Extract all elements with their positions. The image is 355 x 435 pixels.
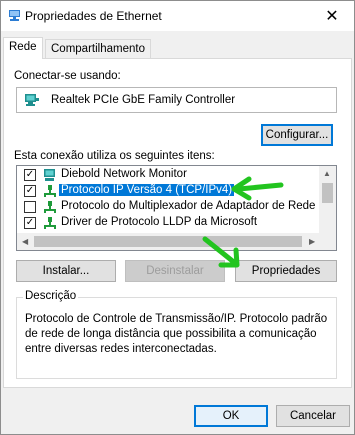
protocol-icon — [44, 217, 56, 229]
scroll-left-icon[interactable]: ◀ — [22, 237, 28, 246]
ok-button[interactable]: OK — [194, 405, 268, 427]
scroll-up-icon[interactable]: ▲ — [323, 169, 331, 178]
window-title: Propriedades de Ethernet — [25, 9, 162, 23]
uninstall-button-label: Desinstalar — [146, 265, 204, 277]
close-button[interactable]: ✕ — [310, 1, 354, 31]
list-item[interactable]: ✓ Driver de Protocolo LLDP da Microsoft — [17, 215, 319, 231]
item-checkbox[interactable]: ✓ — [24, 169, 36, 181]
item-label: Driver de Protocolo LLDP da Microsoft — [61, 216, 258, 228]
cancel-button-label: Cancelar — [289, 410, 337, 422]
item-checkbox[interactable] — [24, 201, 36, 213]
install-button[interactable]: Instalar... — [16, 260, 116, 282]
item-checkbox[interactable]: ✓ — [24, 185, 36, 197]
scroll-right-icon[interactable]: ▶ — [309, 237, 315, 246]
network-icon — [9, 10, 20, 21]
properties-button[interactable]: Propriedades — [235, 260, 337, 282]
item-label: Protocolo IP Versão 4 (TCP/IPv4) — [59, 184, 235, 196]
tab-rede[interactable]: Rede — [3, 37, 43, 59]
connect-using-label: Conectar-se usando: — [14, 70, 121, 82]
tab-panel-rede: Conectar-se usando: Realtek PCIe GbE Fam… — [3, 58, 352, 388]
item-label: Protocolo do Multiplexador de Adaptador … — [61, 200, 337, 212]
horizontal-scrollbar[interactable]: ◀ ▶ — [17, 233, 336, 250]
ethernet-properties-dialog: Propriedades de Ethernet ✕ Rede Comparti… — [0, 0, 355, 435]
properties-button-label: Propriedades — [251, 265, 321, 277]
annotation-arrow-icon — [202, 236, 240, 268]
install-button-label: Instalar... — [42, 265, 90, 277]
vertical-scroll-thumb[interactable] — [322, 183, 333, 203]
tab-label: Compartilhamento — [51, 43, 145, 55]
tab-label: Rede — [9, 41, 37, 53]
close-icon: ✕ — [325, 8, 339, 25]
item-checkbox[interactable]: ✓ — [24, 217, 36, 229]
item-label: Diebold Network Monitor — [61, 168, 187, 180]
network-adapter-icon — [25, 94, 39, 106]
network-service-icon — [44, 169, 55, 181]
configure-button-label: Configurar... — [265, 129, 329, 141]
description-legend: Descrição — [23, 290, 79, 302]
description-text: Protocolo de Controle de Transmissão/IP.… — [25, 313, 328, 355]
configure-button[interactable]: Configurar... — [261, 124, 333, 146]
horizontal-scroll-thumb[interactable] — [34, 236, 302, 247]
cancel-button[interactable]: Cancelar — [276, 405, 350, 427]
protocol-icon — [44, 185, 56, 197]
items-list[interactable]: ✓ Diebold Network Monitor ✓ Protocolo IP… — [16, 165, 337, 251]
adapter-name: Realtek PCIe GbE Family Controller — [51, 94, 236, 106]
vertical-scrollbar[interactable]: ▲ — [319, 166, 336, 235]
ok-button-label: OK — [222, 410, 240, 422]
items-label: Esta conexão utiliza os seguintes itens: — [14, 150, 215, 162]
annotation-arrow-icon — [231, 176, 284, 201]
title-bar: Propriedades de Ethernet ✕ — [1, 1, 354, 31]
tab-strip: Rede Compartilhamento — [1, 37, 354, 59]
tab-compartilhamento[interactable]: Compartilhamento — [45, 39, 151, 59]
adapter-box: Realtek PCIe GbE Family Controller — [16, 87, 337, 113]
description-group: Descrição Protocolo de Controle de Trans… — [16, 290, 337, 379]
protocol-icon — [44, 201, 56, 213]
